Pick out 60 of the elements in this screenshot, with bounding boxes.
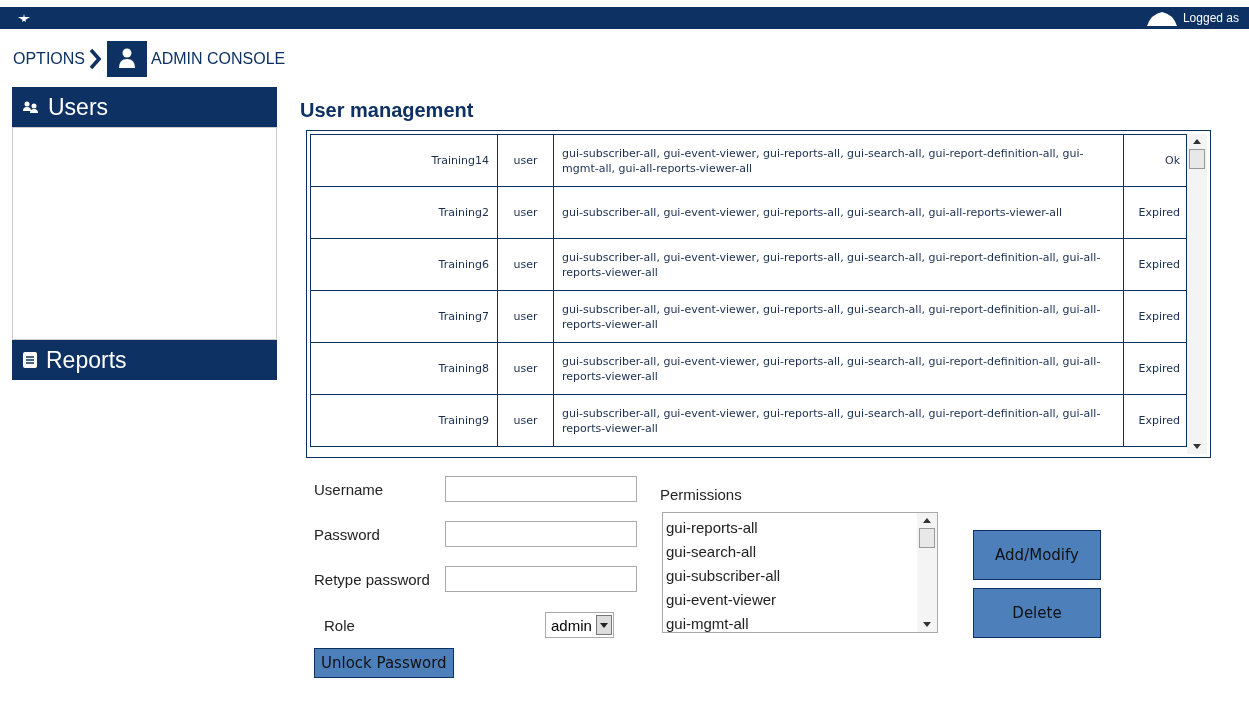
password-field[interactable] [445, 521, 637, 547]
password-field[interactable] [445, 566, 637, 592]
scroll-thumb[interactable] [1189, 149, 1205, 169]
table-cell: Ok [1123, 134, 1187, 187]
document-icon [22, 351, 38, 369]
table-cell: user [497, 186, 554, 239]
list-item[interactable]: gui-subscriber-all [666, 564, 914, 588]
scroll-up-icon[interactable] [1193, 139, 1201, 144]
action-button[interactable]: Delete [973, 588, 1101, 638]
scrollbar[interactable] [917, 513, 937, 632]
field-label: Username [314, 480, 385, 498]
star-icon [18, 14, 30, 22]
list-item[interactable]: gui-event-viewer [666, 588, 914, 612]
caret-icon [599, 622, 608, 628]
breadcrumb-link[interactable]: OPTIONS [13, 50, 85, 68]
table-cell: Training2 [310, 186, 498, 239]
table-cell: gui-subscriber-all, gui-event-viewer, gui-reports-all, gui-search-all, gui-report-definition-all, gui-mgmt-all, gui-all-reports-viewer-all [553, 134, 1124, 187]
table-cell: gui-subscriber-all, gui-event-viewer, gui-reports-all, gui-search-all, gui-report-definition-all, gui-all-reports-viewer-all [553, 290, 1124, 343]
table-cell: user [497, 238, 554, 291]
username-field[interactable] [445, 476, 637, 502]
table-cell: gui-subscriber-all, gui-event-viewer, gui-reports-all, gui-search-all, gui-report-definition-all, gui-all-reports-viewer-all [553, 394, 1124, 447]
table-cell: Expired [1123, 342, 1187, 395]
action-button[interactable]: Add/Modify [973, 530, 1101, 580]
list-item[interactable]: gui-search-all [666, 540, 914, 564]
table-cell: gui-subscriber-all, gui-event-viewer, gui-reports-all, gui-search-all, gui-report-definition-all, gui-all-reports-viewer-all [553, 238, 1124, 291]
table-cell: Training7 [310, 290, 498, 343]
table-cell: user [497, 290, 554, 343]
table-cell: Training9 [310, 394, 498, 447]
chevron-icon [89, 48, 101, 70]
list-item[interactable]: gui-reports-all [666, 516, 914, 540]
field-label: Retype password [314, 570, 431, 588]
scrollbar[interactable] [1187, 134, 1207, 454]
table-cell: Expired [1123, 290, 1187, 343]
table-cell: Training8 [310, 342, 498, 395]
list-item[interactable]: gui-mgmt-all [666, 612, 914, 632]
table-cell: Expired [1123, 186, 1187, 239]
field-label: Permissions [660, 486, 743, 505]
table-cell: Training6 [310, 238, 498, 291]
field-label: Role [323, 616, 356, 634]
role-dropdown[interactable]: admin [545, 612, 614, 638]
sidebar-section-header[interactable]: Reports [12, 340, 277, 380]
breadcrumb-link[interactable]: ADMIN CONSOLE [151, 50, 286, 68]
table-cell: gui-subscriber-all, gui-event-viewer, gui-reports-all, gui-search-all, gui-report-definition-all, gui-all-reports-viewer-all [553, 342, 1124, 395]
table-cell: Expired [1123, 394, 1187, 447]
field-label: Password [314, 525, 381, 543]
table-cell: Expired [1123, 238, 1187, 291]
unlock-password-button[interactable]: Unlock Password [314, 648, 454, 678]
sidebar-section-header[interactable]: Users [12, 87, 277, 127]
table-cell: Training14 [310, 134, 498, 187]
table-cell: gui-subscriber-all, gui-event-viewer, gui-reports-all, gui-search-all, gui-all-reports-viewer-all [553, 186, 1124, 239]
scroll-down-icon[interactable] [923, 622, 931, 627]
table-cell: user [497, 394, 554, 447]
scroll-thumb[interactable] [919, 528, 935, 548]
scroll-down-icon[interactable] [1193, 444, 1201, 449]
logged-in-label: Logged as [1182, 11, 1239, 25]
users-icon [22, 100, 40, 114]
page-title: User management [300, 99, 475, 122]
table-cell: user [497, 134, 554, 187]
table-cell: user [497, 342, 554, 395]
scroll-up-icon[interactable] [923, 518, 931, 523]
